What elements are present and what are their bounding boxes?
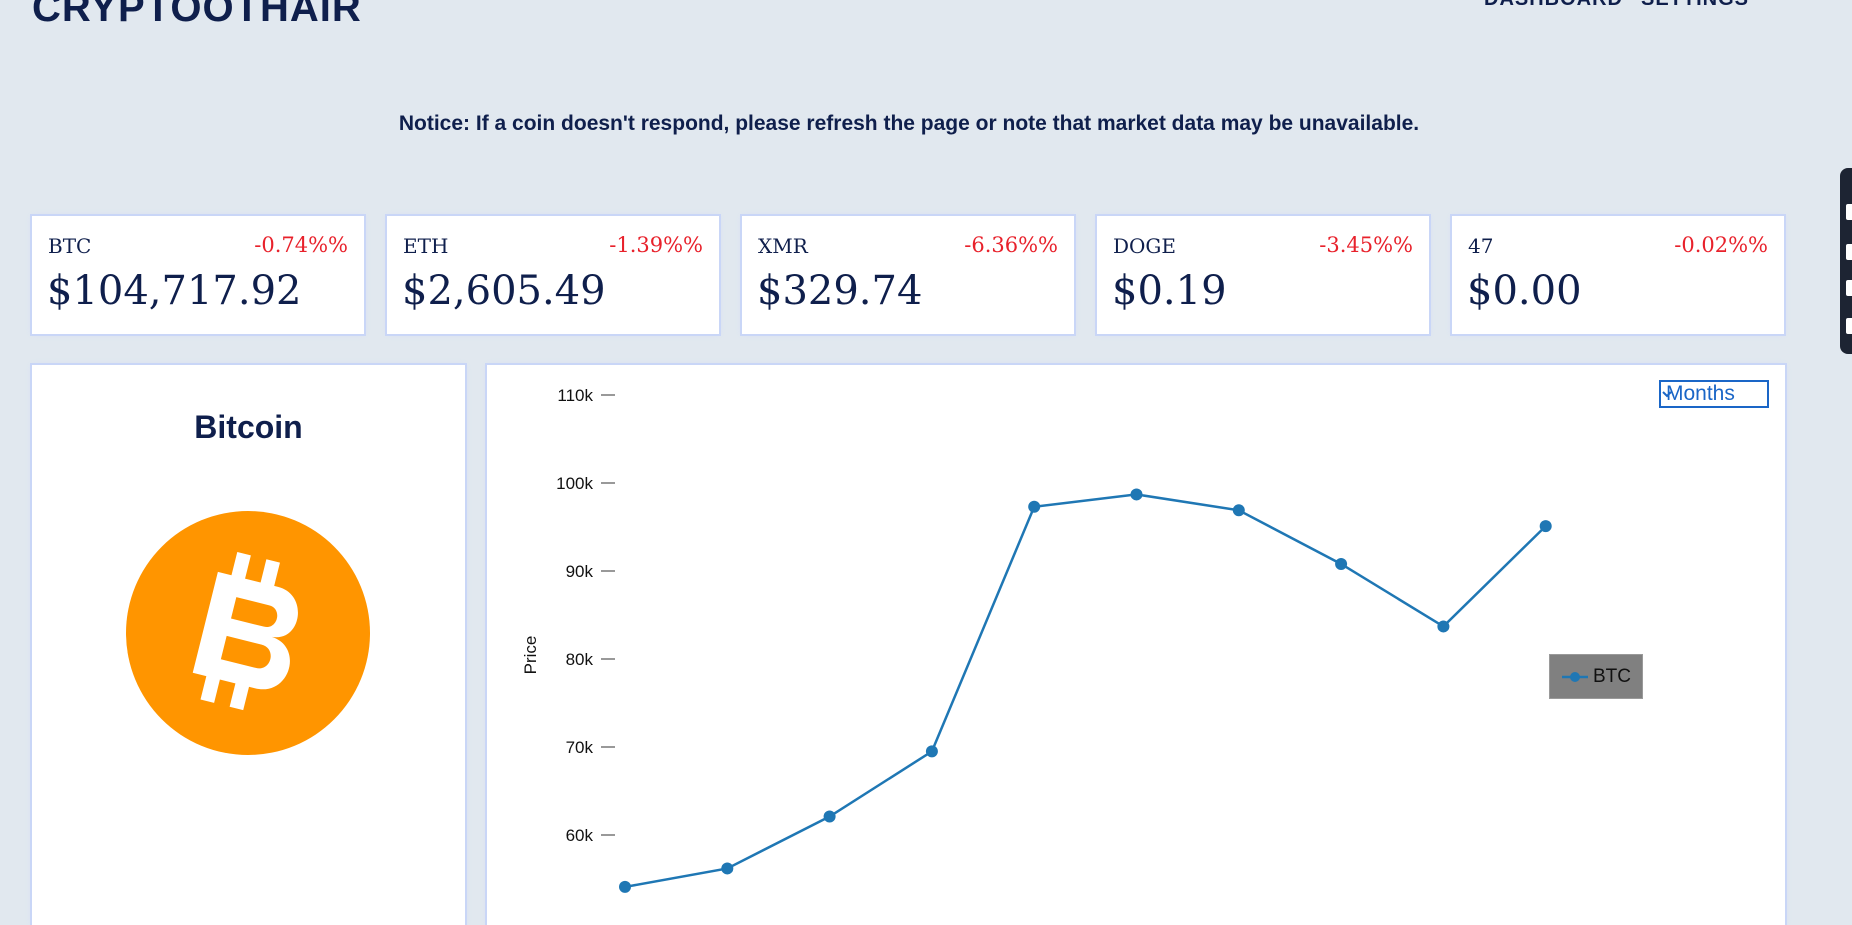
data-point[interactable] bbox=[1130, 488, 1143, 501]
side-widget-tab[interactable] bbox=[1840, 168, 1852, 354]
series-points bbox=[619, 488, 1552, 893]
brand-logo[interactable]: CRYPTOOTHAIR bbox=[32, 0, 362, 31]
coin-name: Bitcoin bbox=[194, 409, 303, 445]
ticker-symbol: BTC bbox=[48, 234, 92, 258]
top-nav: DASHBOARD SETTINGS bbox=[1484, 0, 1749, 11]
legend-marker-icon bbox=[1562, 672, 1588, 682]
ticker-card-eth[interactable]: ETH -1.39%% $2,605.49 bbox=[387, 216, 719, 334]
legend-label-btc: BTC bbox=[1593, 666, 1631, 687]
chevron-down-icon bbox=[1662, 391, 1672, 398]
data-point[interactable] bbox=[1539, 520, 1552, 533]
ticker-change: -1.39%% bbox=[609, 233, 703, 257]
nav-settings[interactable]: SETTINGS bbox=[1641, 0, 1749, 11]
y-tick-label: 100k bbox=[556, 474, 593, 493]
data-point[interactable] bbox=[1232, 504, 1245, 517]
y-tick-label: 110k bbox=[557, 386, 593, 405]
series-line-btc bbox=[624, 493, 1547, 889]
ticker-price: $329.74 bbox=[757, 268, 923, 314]
nav-dashboard[interactable]: DASHBOARD bbox=[1484, 0, 1623, 11]
time-range-select[interactable]: Months bbox=[1659, 380, 1769, 408]
price-chart-panel: 60k 70k 80k 90k 100k 110k Price Months BTC bbox=[487, 365, 1785, 925]
time-range-value: Months bbox=[1666, 382, 1735, 405]
y-tick-label: 60k bbox=[566, 826, 594, 845]
y-tick-label: 70k bbox=[566, 738, 594, 757]
ticker-price: $0.00 bbox=[1467, 268, 1582, 314]
ticker-card-xmr[interactable]: XMR -6.36%% $329.74 bbox=[742, 216, 1074, 334]
data-point[interactable] bbox=[721, 862, 734, 875]
y-tick-label: 80k bbox=[566, 650, 594, 669]
price-chart: 60k 70k 80k 90k 100k 110k Price bbox=[521, 386, 1552, 893]
ticker-change: -3.45%% bbox=[1319, 233, 1413, 257]
y-axis-label: Price bbox=[521, 636, 540, 675]
data-point[interactable] bbox=[925, 745, 938, 758]
ticker-symbol: ETH bbox=[403, 234, 449, 258]
ticker-symbol: 47 bbox=[1468, 234, 1494, 258]
ticker-change: -6.36%% bbox=[964, 233, 1058, 257]
data-point[interactable] bbox=[1335, 557, 1348, 570]
bitcoin-icon bbox=[126, 511, 370, 755]
ticker-price: $2,605.49 bbox=[402, 268, 606, 314]
notice-banner: Notice: If a coin doesn't respond, pleas… bbox=[398, 112, 1420, 135]
data-point[interactable] bbox=[823, 810, 836, 823]
y-axis: 60k 70k 80k 90k 100k 110k bbox=[556, 386, 615, 845]
data-point[interactable] bbox=[1028, 500, 1041, 513]
ticker-change: -0.02%% bbox=[1674, 233, 1768, 257]
ticker-card-doge[interactable]: DOGE -3.45%% $0.19 bbox=[1097, 216, 1429, 334]
ticker-symbol: DOGE bbox=[1113, 234, 1177, 258]
ticker-card-47[interactable]: 47 -0.02%% $0.00 bbox=[1452, 216, 1784, 334]
ticker-card-btc[interactable]: BTC -0.74%% $104,717.92 bbox=[32, 216, 364, 334]
ticker-price: $0.19 bbox=[1112, 268, 1227, 314]
y-tick-label: 90k bbox=[566, 562, 594, 581]
ticker-symbol: XMR bbox=[758, 234, 808, 258]
data-point[interactable] bbox=[619, 880, 631, 893]
ticker-change: -0.74%% bbox=[254, 233, 348, 257]
ticker-price: $104,717.92 bbox=[47, 268, 302, 314]
data-point[interactable] bbox=[1437, 620, 1450, 633]
chart-legend: BTC bbox=[1549, 654, 1643, 699]
coin-info-panel: Bitcoin bbox=[32, 365, 465, 925]
